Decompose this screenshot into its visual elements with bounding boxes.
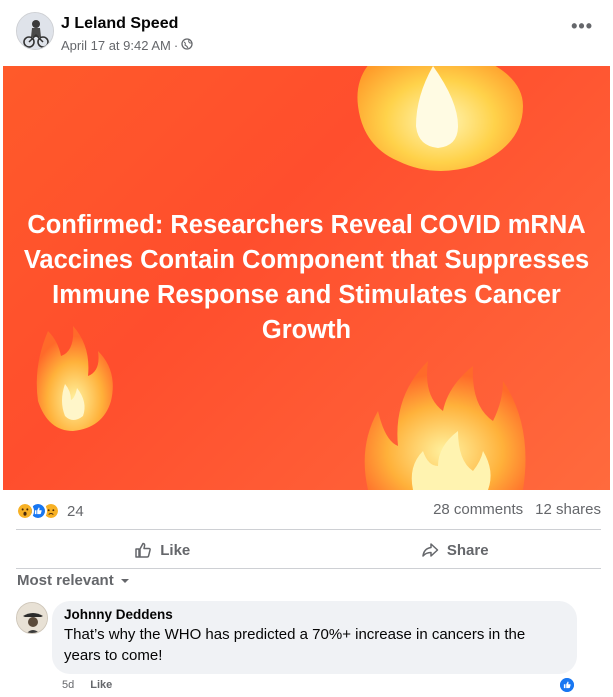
engagement-counts: 28 comments 12 shares — [433, 501, 601, 518]
like-button[interactable]: Like — [16, 532, 309, 568]
wow-reaction-icon — [16, 502, 34, 520]
comment-text: That’s why the WHO has predicted a 70%+ … — [64, 626, 526, 664]
divider — [16, 568, 601, 569]
post-card: J Leland Speed April 17 at 9:42 AM · ••• — [0, 0, 613, 697]
comment-like-badge-icon — [558, 676, 576, 694]
post-actions: Like Share — [16, 532, 601, 568]
banner-headline: Confirmed: Researchers Reveal COVID mRNA… — [23, 211, 590, 344]
post-timestamp[interactable]: April 17 at 9:42 AM — [61, 38, 171, 53]
post-author-name[interactable]: J Leland Speed — [61, 15, 178, 33]
comment-footer: 5d Like — [62, 679, 112, 691]
post-image[interactable]: Confirmed: Researchers Reveal COVID mRNA… — [3, 66, 610, 490]
comment-bubble: Johnny Deddens That’s why the WHO has pr… — [52, 601, 577, 674]
comment-author[interactable]: Johnny Deddens — [64, 607, 565, 622]
comment-sort-dropdown[interactable]: Most relevant — [17, 572, 130, 589]
author-avatar[interactable] — [16, 12, 54, 50]
reaction-count[interactable]: 24 — [67, 503, 84, 520]
post-header: J Leland Speed April 17 at 9:42 AM · ••• — [16, 12, 597, 56]
reactions-summary[interactable]: 24 — [16, 499, 84, 523]
comments-count[interactable]: 28 comments — [433, 501, 523, 518]
more-options-button[interactable]: ••• — [571, 16, 593, 37]
globe-icon — [181, 38, 193, 53]
commenter-avatar[interactable] — [16, 602, 48, 634]
share-button[interactable]: Share — [309, 532, 602, 568]
caret-down-icon — [120, 578, 129, 583]
post-meta: April 17 at 9:42 AM · — [61, 38, 193, 53]
like-button-label: Like — [160, 541, 191, 559]
share-button-label: Share — [446, 541, 489, 559]
share-arrow-icon — [422, 543, 439, 557]
shares-count[interactable]: 12 shares — [535, 501, 601, 518]
comment-like-button[interactable]: Like — [90, 679, 112, 691]
divider — [16, 529, 601, 530]
thumbs-up-icon — [135, 542, 152, 558]
comment-sort-label: Most relevant — [17, 572, 114, 589]
reaction-icons — [16, 502, 60, 520]
meta-separator: · — [173, 38, 179, 53]
comment-age[interactable]: 5d — [62, 679, 74, 691]
